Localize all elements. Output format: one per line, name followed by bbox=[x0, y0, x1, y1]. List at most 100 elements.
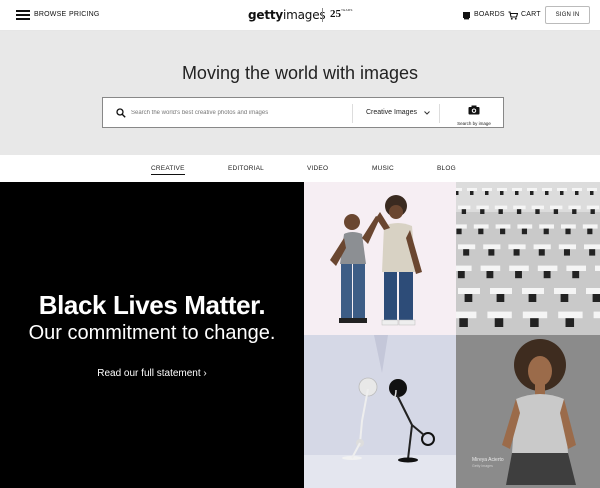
chair bbox=[500, 228, 506, 235]
chair bbox=[488, 249, 495, 256]
statement-panel: Black Lives Matter. Our commitment to ch… bbox=[0, 182, 304, 488]
chair bbox=[543, 228, 549, 235]
chair bbox=[592, 294, 600, 302]
chair bbox=[500, 191, 504, 195]
chair bbox=[572, 271, 580, 279]
logo-sub-text: images bbox=[283, 8, 326, 22]
photo-lamps[interactable] bbox=[304, 335, 456, 488]
desk bbox=[582, 224, 598, 229]
desk bbox=[476, 205, 489, 210]
desk bbox=[587, 188, 597, 191]
logo-divider bbox=[322, 8, 323, 22]
tab-editorial[interactable]: EDITORIAL bbox=[228, 165, 264, 172]
getty-images-logo[interactable]: gettyimages bbox=[248, 8, 326, 22]
browse-link[interactable]: BROWSE bbox=[34, 11, 66, 18]
chair bbox=[530, 318, 539, 327]
desk bbox=[494, 205, 508, 210]
desk bbox=[539, 224, 554, 229]
desk bbox=[554, 288, 576, 294]
chair bbox=[560, 294, 569, 302]
desk bbox=[561, 224, 576, 229]
photo-woman-portrait[interactable]: Mireya Acierto Getty Images bbox=[456, 335, 600, 488]
desk bbox=[456, 188, 462, 191]
chair bbox=[498, 209, 503, 214]
desk bbox=[517, 224, 533, 229]
chair bbox=[543, 271, 551, 279]
desk bbox=[568, 205, 581, 210]
camera-icon bbox=[468, 105, 480, 115]
photo-credit: Mireya Acierto Getty Images bbox=[472, 457, 504, 468]
banner-headline: Black Lives Matter. bbox=[38, 290, 266, 320]
chair bbox=[463, 249, 470, 256]
tab-video[interactable]: VIDEO bbox=[307, 165, 328, 172]
chair bbox=[565, 318, 575, 327]
desk bbox=[584, 244, 600, 250]
photo-two-men[interactable] bbox=[304, 182, 456, 335]
chair bbox=[464, 294, 473, 302]
chair bbox=[563, 249, 570, 256]
boards-link[interactable]: BOARDS bbox=[474, 11, 505, 18]
desk bbox=[531, 205, 544, 210]
chair bbox=[521, 228, 528, 235]
desk bbox=[572, 188, 582, 191]
chair bbox=[457, 271, 465, 279]
pricing-link[interactable]: PRICING bbox=[69, 11, 100, 18]
tab-music[interactable]: MUSIC bbox=[372, 165, 394, 172]
hero-title: Moving the world with images bbox=[181, 63, 419, 83]
chair bbox=[528, 294, 537, 302]
search-input[interactable] bbox=[131, 105, 349, 121]
desk bbox=[458, 288, 480, 294]
desk bbox=[527, 188, 537, 191]
desk bbox=[586, 205, 600, 210]
chair bbox=[545, 191, 549, 195]
boards-icon bbox=[463, 12, 470, 20]
chair bbox=[589, 249, 596, 256]
chevron-down-icon[interactable] bbox=[423, 109, 431, 117]
cart-link[interactable]: CART bbox=[521, 11, 541, 18]
photo-credit-name: Mireya Acierto bbox=[472, 457, 504, 463]
desk bbox=[487, 311, 512, 319]
logo-main-text: getty bbox=[248, 8, 284, 22]
chair bbox=[478, 228, 484, 235]
anniversary-label: YEARS bbox=[341, 8, 353, 12]
chair bbox=[565, 228, 571, 235]
desk bbox=[482, 188, 492, 191]
chair bbox=[515, 191, 519, 195]
chair bbox=[572, 209, 577, 214]
desk bbox=[458, 244, 476, 250]
chair bbox=[480, 209, 485, 214]
desk bbox=[512, 188, 522, 191]
desk bbox=[490, 288, 512, 294]
chair bbox=[459, 318, 468, 327]
chair bbox=[553, 209, 559, 214]
anniversary-badge: 25YEARS bbox=[330, 8, 353, 20]
tab-blog[interactable]: BLOG bbox=[437, 165, 456, 172]
search-icon[interactable] bbox=[116, 108, 126, 118]
chair bbox=[516, 209, 522, 214]
desk bbox=[497, 188, 507, 191]
photo-credit-source: Getty Images bbox=[472, 464, 493, 468]
image-type-dropdown[interactable]: Creative Images bbox=[366, 109, 417, 116]
desk bbox=[480, 265, 501, 271]
photo-empty-classroom[interactable] bbox=[456, 182, 600, 335]
menu-icon[interactable] bbox=[16, 10, 30, 20]
desk bbox=[456, 265, 472, 271]
cart-icon bbox=[508, 11, 518, 20]
desk bbox=[533, 244, 551, 250]
chair bbox=[461, 209, 467, 214]
banner-subheadline: Our commitment to change. bbox=[28, 322, 276, 344]
read-statement-link[interactable]: Read our full statement › bbox=[0, 368, 304, 379]
sign-in-button[interactable]: SIGN IN bbox=[545, 6, 590, 24]
search-by-image-button[interactable]: Search by image bbox=[450, 102, 498, 126]
desk bbox=[522, 288, 544, 294]
search-divider bbox=[352, 104, 353, 123]
chair bbox=[513, 249, 520, 256]
classroom-desks-illustration bbox=[456, 182, 600, 335]
desk bbox=[456, 224, 467, 229]
chair bbox=[535, 209, 540, 214]
desk bbox=[586, 288, 600, 294]
desk bbox=[508, 244, 526, 250]
search-bar: Creative Images Search by image bbox=[102, 97, 504, 128]
tab-creative[interactable]: CREATIVE bbox=[151, 165, 185, 175]
chair bbox=[515, 271, 522, 279]
